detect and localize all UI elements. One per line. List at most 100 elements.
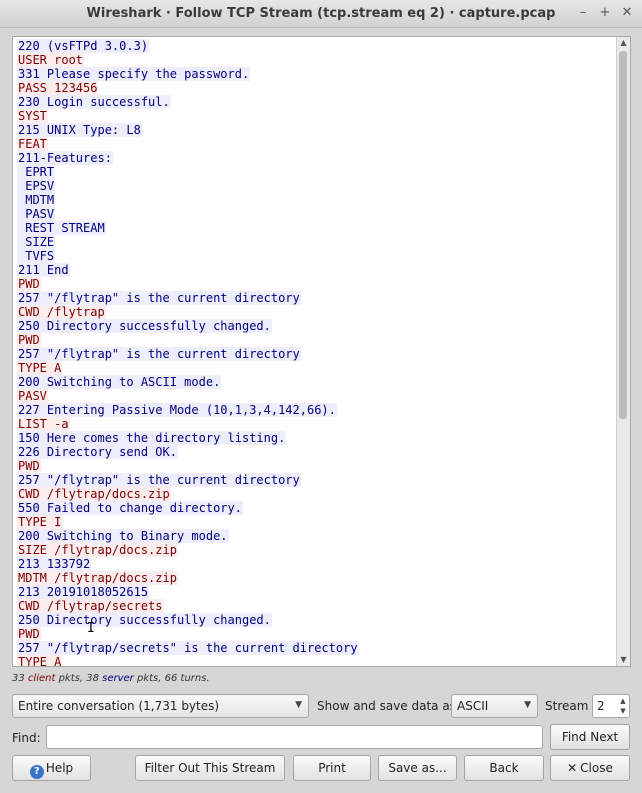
help-button[interactable]: ? Help [12,755,91,781]
vertical-scrollbar[interactable]: ▲ ▼ [616,37,630,666]
stream-line-text: 230 Login successful. [17,95,171,109]
stream-line-text: EPSV [17,179,56,193]
server-line: SIZE [17,235,359,249]
stream-line-text: SIZE [17,235,56,249]
server-line: 250 Directory successfully changed. [17,319,359,333]
stream-line-text: REST STREAM [17,221,106,235]
server-line: 257 "/flytrap" is the current directory [17,291,359,305]
client-line: PASV [17,389,359,403]
client-line: SIZE /flytrap/docs.zip [17,543,359,557]
stream-line-text: PASS 123456 [17,81,99,95]
stream-line-text: TYPE A [17,655,63,667]
stream-line-text: CWD /flytrap [17,305,106,319]
turns-count: 66 turns. [164,673,210,684]
server-line: EPSV [17,179,359,193]
stream-text-area[interactable]: 220 (vsFTPd 3.0.3) USER root 331 Please sp… [12,36,631,667]
server-line: 331 Please specify the password. [17,67,359,81]
server-line: 257 "/flytrap" is the current directory [17,473,359,487]
format-select[interactable]: ASCII ▼ [451,694,538,718]
chevron-down-icon: ▼ [524,700,531,710]
find-next-button[interactable]: Find Next [550,724,630,750]
filter-out-stream-button[interactable]: Filter Out This Stream [135,755,285,781]
stream-line-text: 257 "/flytrap" is the current directory [17,291,301,305]
scroll-up-icon[interactable]: ▲ [617,37,630,49]
server-line: 150 Here comes the directory listing. [17,431,359,445]
client-line: USER root [17,53,359,67]
stream-stats: 33 client pkts, 38 server pkts, 66 turns… [12,673,210,684]
stream-line-text: PASV [17,207,56,221]
client-line: CWD /flytrap/docs.zip [17,487,359,501]
stream-number-stepper[interactable]: 2 ▲ ▼ [592,694,630,718]
stream-line-text: PWD [17,333,41,347]
server-pkts: pkts, [136,673,162,684]
window-close-button[interactable]: ✕ [618,4,636,22]
stream-line-text: 211 End [17,263,70,277]
stream-line-text: 550 Failed to change directory. [17,501,243,515]
scroll-thumb[interactable] [619,51,627,419]
close-button[interactable]: ✕ Close [550,755,630,781]
stream-line-text: 257 "/flytrap" is the current directory [17,347,301,361]
conversation-select-value: Entire conversation (1,731 bytes) [18,699,220,713]
print-button[interactable]: Print [293,755,371,781]
client-line: SYST [17,109,359,123]
conversation-select[interactable]: Entire conversation (1,731 bytes) ▼ [12,694,309,718]
stream-line-text: LIST -a [17,417,70,431]
stream-line-text: TYPE I [17,515,63,529]
stream-line-text: 257 "/flytrap" is the current directory [17,473,301,487]
client-line: CWD /flytrap [17,305,359,319]
client-line: LIST -a [17,417,359,431]
client-line: TYPE I [17,515,359,529]
stream-line-text: PASV [17,389,48,403]
server-line: EPRT [17,165,359,179]
back-button[interactable]: Back [464,755,544,781]
client-line: PWD [17,333,359,347]
client-line: MDTM /flytrap/docs.zip [17,571,359,585]
server-line: 213 133792 [17,557,359,571]
server-line: REST STREAM [17,221,359,235]
stream-line-text: PWD [17,277,41,291]
server-count: 38 [86,673,99,684]
save-as-button[interactable]: Save as... [378,755,457,781]
stream-line-text: 227 Entering Passive Mode (10,1,3,4,142,… [17,403,337,417]
stream-line-text: PWD [17,627,41,641]
client-line: TYPE A [17,361,359,375]
window-title: Wireshark · Follow TCP Stream (tcp.strea… [86,6,556,21]
client-word: client [27,673,56,684]
server-line: 230 Login successful. [17,95,359,109]
server-line: 250 Directory successfully changed. [17,613,359,627]
stream-line-text: 220 (vsFTPd 3.0.3) [17,39,150,53]
server-line: 220 (vsFTPd 3.0.3) [17,39,359,53]
server-line: PASV [17,207,359,221]
increment-icon[interactable]: ▲ [618,696,628,706]
server-line: 211 End [17,263,359,277]
server-line: 226 Directory send OK. [17,445,359,459]
decrement-icon[interactable]: ▼ [618,706,628,716]
client-line: PWD [17,277,359,291]
stream-line-text: 200 Switching to Binary mode. [17,529,229,543]
server-line: 227 Entering Passive Mode (10,1,3,4,142,… [17,403,359,417]
server-line: MDTM [17,193,359,207]
show-save-label: Show and save data as [317,699,456,713]
maximize-button[interactable]: + [596,4,614,22]
close-button-label: Close [580,761,613,775]
server-line: 215 UNIX Type: L8 [17,123,359,137]
client-line: PWD [17,459,359,473]
server-line: 211-Features: [17,151,359,165]
stream-line-text: TYPE A [17,361,63,375]
scroll-down-icon[interactable]: ▼ [617,654,630,666]
find-input[interactable] [46,725,543,749]
find-label: Find: [12,731,41,745]
server-line: 200 Switching to ASCII mode. [17,375,359,389]
stream-lines: 220 (vsFTPd 3.0.3) USER root 331 Please sp… [17,39,359,667]
server-line: 257 "/flytrap/secrets" is the current di… [17,641,359,655]
minimize-button[interactable]: – [574,4,592,22]
close-icon: ✕ [567,761,578,775]
help-button-label: Help [45,761,74,775]
stream-line-text: MDTM [17,193,56,207]
stream-line-text: 250 Directory successfully changed. [17,319,272,333]
client-line: PASS 123456 [17,81,359,95]
client-line: TYPE A [17,655,359,667]
stream-line-text: TVFS [17,249,56,263]
client-line: CWD /flytrap/secrets [17,599,359,613]
stream-line-text: PWD [17,459,41,473]
